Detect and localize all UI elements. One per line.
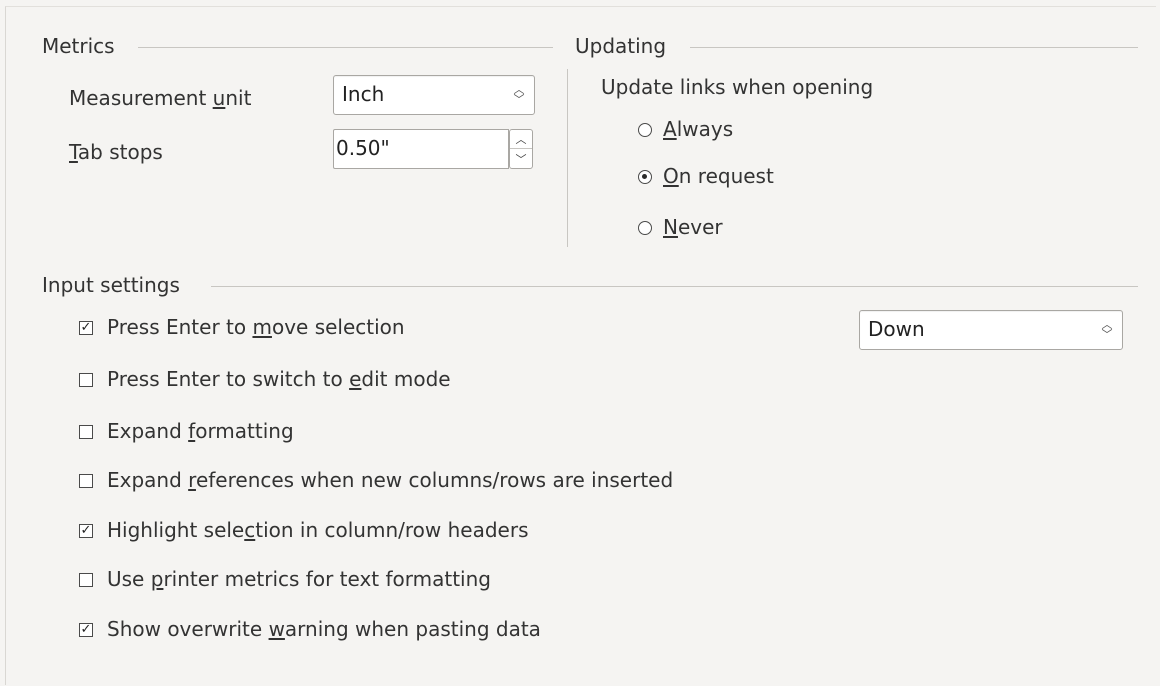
checkbox-printer-metrics[interactable]	[79, 573, 93, 587]
checkbox-expand-formatting-label[interactable]: Expand formatting	[107, 419, 294, 443]
measurement-unit-select[interactable]: Inch ︿ ﹀	[333, 75, 535, 115]
metrics-divider	[138, 47, 553, 48]
update-links-label: Update links when opening	[601, 75, 874, 99]
checkbox-highlight-selection-label[interactable]: Highlight selection in column/row header…	[107, 518, 528, 542]
checkbox-edit-mode[interactable]	[79, 373, 93, 387]
radio-never-label[interactable]: Never	[663, 215, 723, 239]
tab-stops-value: 0.50"	[336, 136, 390, 160]
checkbox-move-selection-label[interactable]: Press Enter to move selection	[107, 315, 405, 339]
options-panel: Metrics Measurement unit Inch ︿ ﹀ Tab sto…	[5, 6, 1156, 685]
checkbox-move-selection[interactable]: ✓	[79, 321, 93, 335]
checkbox-expand-formatting[interactable]	[79, 425, 93, 439]
checkbox-highlight-selection[interactable]: ✓	[79, 524, 93, 538]
checkbox-expand-references-label[interactable]: Expand references when new columns/rows …	[107, 468, 673, 492]
select-arrows-icon: ︿ ﹀	[513, 83, 525, 106]
tab-stops-input[interactable]: 0.50"	[333, 129, 509, 169]
checkbox-printer-metrics-label[interactable]: Use printer metrics for text formatting	[107, 567, 491, 591]
input-settings-section-title: Input settings	[42, 273, 180, 297]
section-vertical-divider	[567, 69, 568, 247]
radio-on-request-label[interactable]: On request	[663, 164, 774, 188]
input-settings-divider	[211, 286, 1138, 287]
checkbox-expand-references[interactable]	[79, 474, 93, 488]
radio-always[interactable]	[638, 123, 652, 137]
tab-stops-stepper[interactable]: ︿ ﹀	[509, 129, 533, 169]
measurement-unit-value: Inch	[342, 82, 385, 106]
updating-section-title: Updating	[575, 34, 667, 58]
stepper-down-icon[interactable]: ﹀	[510, 149, 532, 168]
radio-never[interactable]	[638, 221, 652, 235]
checkbox-overwrite-warning[interactable]: ✓	[79, 623, 93, 637]
move-direction-value: Down	[868, 317, 925, 341]
measurement-unit-label: Measurement unit	[69, 86, 252, 110]
select-arrows-icon: ︿ ﹀	[1101, 318, 1113, 341]
updating-divider	[690, 47, 1138, 48]
checkbox-overwrite-warning-label[interactable]: Show overwrite warning when pasting data	[107, 617, 541, 641]
radio-on-request[interactable]	[638, 170, 652, 184]
metrics-section-title: Metrics	[42, 34, 115, 58]
stepper-up-icon[interactable]: ︿	[510, 130, 532, 149]
tab-stops-label: Tab stops	[69, 140, 163, 164]
checkbox-edit-mode-label[interactable]: Press Enter to switch to edit mode	[107, 367, 451, 391]
radio-always-label[interactable]: Always	[663, 117, 733, 141]
move-direction-select[interactable]: Down ︿ ﹀	[859, 310, 1123, 350]
